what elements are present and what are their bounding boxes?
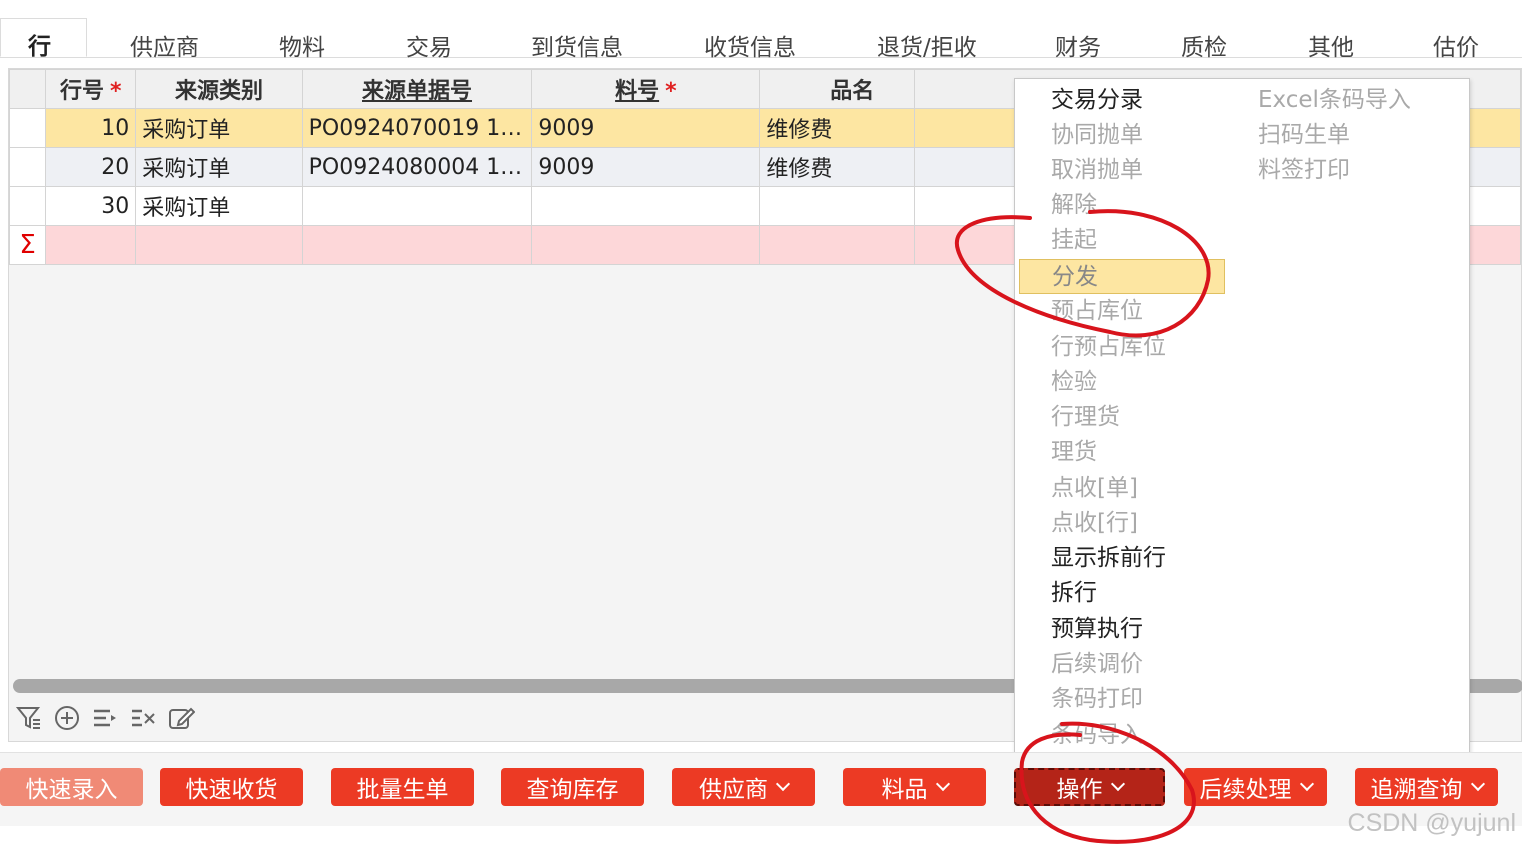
- tab-rows[interactable]: 行: [0, 18, 87, 60]
- cell-row-no[interactable]: 30: [45, 186, 137, 226]
- menu-item-receive-row[interactable]: 点收[行]: [1051, 506, 1138, 541]
- item-dropdown-button[interactable]: 料品: [843, 768, 986, 806]
- button-label: 查询库存: [526, 777, 619, 803]
- sum-cell: [135, 225, 303, 265]
- follow-up-dropdown-button[interactable]: 后续处理: [1184, 768, 1327, 806]
- tab-receipt-info[interactable]: 收货信息: [704, 28, 796, 62]
- delete-row-icon[interactable]: [129, 704, 157, 732]
- menu-item-row-tally[interactable]: 行理货: [1051, 400, 1120, 435]
- menu-item-label-print[interactable]: 料签打印: [1258, 153, 1350, 188]
- cell-source-type[interactable]: 采购订单: [135, 108, 303, 148]
- button-label: 后续处理: [1199, 777, 1292, 803]
- batch-create-button[interactable]: 批量生单: [331, 768, 474, 806]
- button-label: 操作: [1056, 777, 1103, 803]
- grid-toolbar: [15, 701, 195, 735]
- cell-item-name[interactable]: 维修费: [759, 147, 916, 187]
- trace-query-dropdown-button[interactable]: 追溯查询: [1355, 768, 1498, 806]
- menu-item-release[interactable]: 解除: [1051, 188, 1097, 223]
- header-source-type[interactable]: 来源类别: [135, 69, 303, 109]
- filter-icon[interactable]: [15, 704, 43, 732]
- button-label: 追溯查询: [1370, 777, 1463, 803]
- sum-cell: [301, 225, 533, 265]
- quick-entry-button[interactable]: 快速录入: [0, 768, 143, 806]
- header-row-no[interactable]: 行号 *: [45, 69, 137, 109]
- operation-dropdown-menu: 交易分录 协同抛单 取消抛单 解除 挂起 分发 预占库位 行预占库位 检验 行理…: [1014, 78, 1470, 757]
- cell-item-name[interactable]: [759, 186, 916, 226]
- watermark: CSDN @yujunl: [1347, 809, 1516, 837]
- tab-arrival-info[interactable]: 到货信息: [531, 28, 623, 62]
- header-item-no[interactable]: 料号 *: [531, 69, 761, 109]
- cell-source-doc[interactable]: PO0924080004 1…: [301, 147, 533, 187]
- sum-cell: [759, 225, 916, 265]
- menu-item-barcode-print[interactable]: 条码打印: [1051, 682, 1143, 717]
- button-label: 快速录入: [25, 777, 118, 803]
- menu-item-transaction-entry[interactable]: 交易分录: [1051, 83, 1143, 118]
- menu-item-collab-dispatch[interactable]: 协同抛单: [1051, 118, 1143, 153]
- row-select-header: [8, 69, 47, 109]
- chevron-down-icon: [935, 776, 950, 792]
- button-label: 批量生单: [356, 777, 449, 803]
- tab-quality[interactable]: 质检: [1181, 28, 1227, 62]
- tab-return-reject[interactable]: 退货/拒收: [877, 28, 977, 62]
- header-item-name[interactable]: 品名: [759, 69, 916, 109]
- cell-source-doc[interactable]: [301, 186, 533, 226]
- tab-supplier[interactable]: 供应商: [130, 28, 199, 62]
- cell-item-name[interactable]: 维修费: [759, 108, 916, 148]
- button-label: 料品: [881, 777, 928, 803]
- cell-row-no[interactable]: 10: [45, 108, 137, 148]
- operation-dropdown-button[interactable]: 操作: [1014, 768, 1165, 806]
- cell-item-no[interactable]: [531, 186, 761, 226]
- menu-item-tally[interactable]: 理货: [1051, 435, 1097, 470]
- tab-material[interactable]: 物料: [279, 28, 325, 62]
- chevron-down-icon: [775, 776, 791, 792]
- tab-estimate[interactable]: 估价: [1433, 28, 1479, 62]
- cell-item-no[interactable]: 9009: [531, 147, 761, 187]
- insert-row-icon[interactable]: [91, 704, 119, 732]
- tab-finance[interactable]: 财务: [1055, 28, 1101, 62]
- edit-icon[interactable]: [167, 704, 195, 732]
- tab-other[interactable]: 其他: [1308, 28, 1354, 62]
- menu-item-split-row[interactable]: 拆行: [1051, 576, 1097, 611]
- supplier-dropdown-button[interactable]: 供应商: [672, 768, 815, 806]
- row-selector[interactable]: [8, 186, 47, 226]
- menu-item-inspect[interactable]: 检验: [1051, 365, 1097, 400]
- row-selector[interactable]: [8, 147, 47, 187]
- header-source-doc[interactable]: 来源单据号: [301, 69, 533, 109]
- chevron-down-icon: [1470, 776, 1485, 792]
- chevron-down-icon: [1299, 776, 1314, 792]
- menu-item-show-pre-split[interactable]: 显示拆前行: [1051, 541, 1166, 576]
- tab-bar: 行 供应商 物料 交易 到货信息 收货信息 退货/拒收 财务 质检 其他 估价: [0, 0, 1522, 61]
- quick-receive-button[interactable]: 快速收货: [160, 768, 303, 806]
- menu-item-suspend[interactable]: 挂起: [1051, 223, 1097, 258]
- chevron-down-icon: [1110, 776, 1125, 792]
- sum-cell: [45, 225, 137, 265]
- add-circle-icon[interactable]: [53, 704, 81, 732]
- menu-item-excel-barcode-import[interactable]: Excel条码导入: [1258, 83, 1411, 118]
- menu-item-barcode-import[interactable]: 条码导入: [1051, 718, 1143, 753]
- button-label: 快速收货: [185, 777, 278, 803]
- cell-source-doc[interactable]: PO0924070019 1…: [301, 108, 533, 148]
- menu-item-price-adjust[interactable]: 后续调价: [1051, 647, 1143, 682]
- query-inventory-button[interactable]: 查询库存: [501, 768, 644, 806]
- menu-item-scan-create[interactable]: 扫码生单: [1258, 118, 1350, 153]
- menu-item-cancel-dispatch[interactable]: 取消抛单: [1051, 153, 1143, 188]
- cell-source-type[interactable]: 采购订单: [135, 186, 303, 226]
- menu-item-row-reserve-location[interactable]: 行预占库位: [1051, 330, 1166, 365]
- row-selector[interactable]: [8, 108, 47, 148]
- cell-item-no[interactable]: 9009: [531, 108, 761, 148]
- action-button-bar: 快速录入 快速收货 批量生单 查询库存 供应商 料品 操作 后续处理 追溯查询: [0, 752, 1522, 848]
- button-label: 供应商: [699, 777, 768, 803]
- cell-row-no[interactable]: 20: [45, 147, 137, 187]
- sum-cell: [531, 225, 761, 265]
- menu-item-receive-doc[interactable]: 点收[单]: [1051, 471, 1138, 506]
- cell-source-type[interactable]: 采购订单: [135, 147, 303, 187]
- menu-item-distribute[interactable]: 分发: [1019, 259, 1225, 294]
- sum-icon: Σ: [8, 225, 47, 265]
- menu-item-reserve-location[interactable]: 预占库位: [1051, 294, 1143, 329]
- tab-transaction[interactable]: 交易: [406, 28, 452, 62]
- menu-item-budget-exec[interactable]: 预算执行: [1051, 612, 1143, 647]
